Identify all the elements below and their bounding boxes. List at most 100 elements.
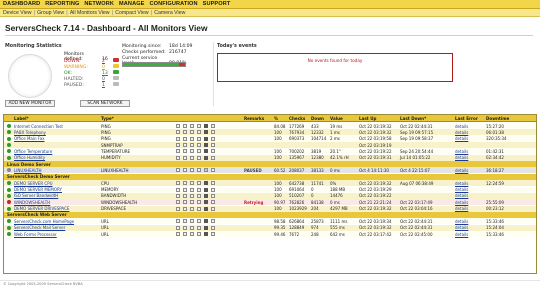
pause-icon[interactable] <box>204 155 208 160</box>
refresh-icon[interactable] <box>197 219 201 224</box>
refresh-icon[interactable] <box>197 181 201 186</box>
top-menu-item-configuration[interactable]: CONFIGURATION <box>150 1 198 7</box>
pause-icon[interactable] <box>204 130 208 135</box>
column-header-lastdown[interactable]: Last Down* <box>400 116 426 121</box>
history-icon[interactable] <box>190 181 194 186</box>
stat-value[interactable]: 1 <box>102 83 111 88</box>
scan-network-button[interactable]: SCAN NETWORK <box>80 100 130 107</box>
table-row[interactable]: LINUXHEALTH LINUXHEALTH PAUSED 60.52 208037 3… <box>4 167 536 174</box>
sub-menu-item-device-view[interactable]: Device View <box>3 10 31 16</box>
monitor-label[interactable]: Web Forms Processor <box>14 232 57 237</box>
monitor-label[interactable]: ServersCheck Mail Server <box>14 225 65 230</box>
column-header-checks[interactable]: Checks <box>289 116 305 121</box>
chart-icon[interactable] <box>183 219 187 224</box>
history-icon[interactable] <box>190 124 194 128</box>
column-header-down[interactable]: Down <box>311 116 324 121</box>
column-header-label[interactable]: Label* <box>14 116 29 121</box>
sub-menu-item-camera-view[interactable]: Camera View <box>154 10 185 16</box>
delete-icon[interactable] <box>211 124 215 128</box>
sub-menu-item-compact-view[interactable]: Compact View <box>115 10 148 16</box>
edit-icon[interactable] <box>176 231 180 236</box>
column-header-[interactable]: % <box>274 116 278 121</box>
table-row[interactable]: DEMO SERVER CPU CPU 100 642738 11741 0% Oct 22… <box>4 180 536 187</box>
history-icon[interactable] <box>190 206 194 211</box>
delete-icon[interactable] <box>211 225 215 230</box>
monitor-label[interactable]: ServersCheck.com HomePage <box>14 219 74 224</box>
details-link[interactable]: details <box>455 130 468 135</box>
edit-icon[interactable] <box>176 124 180 128</box>
delete-icon[interactable] <box>211 219 215 224</box>
pause-icon[interactable] <box>204 231 208 236</box>
pause-icon[interactable] <box>204 136 208 141</box>
column-header-downtime[interactable]: Downtime <box>486 116 509 121</box>
details-link[interactable]: details <box>455 193 468 198</box>
monitor-label[interactable]: DEMO SERVER DRIVESPACE <box>14 206 69 211</box>
edit-icon[interactable] <box>176 193 180 198</box>
monitor-label[interactable]: LINUXHEALTH <box>14 168 41 173</box>
table-row[interactable]: ISO Server BandwidtH BANDWIDTH 100 510207 0 1… <box>4 192 536 199</box>
edit-icon[interactable] <box>176 181 180 186</box>
delete-icon[interactable] <box>211 206 215 211</box>
chart-icon[interactable] <box>183 231 187 236</box>
refresh-icon[interactable] <box>197 155 201 160</box>
history-icon[interactable] <box>190 168 194 173</box>
column-header-lasterror[interactable]: Last Error <box>455 116 478 121</box>
details-link[interactable]: details <box>455 168 468 173</box>
group-header[interactable]: ServersCheck Web Server <box>4 211 536 218</box>
refresh-icon[interactable] <box>197 206 201 211</box>
refresh-icon[interactable] <box>197 225 201 230</box>
chart-icon[interactable] <box>183 136 187 141</box>
top-menu-item-network[interactable]: NETWORK <box>84 1 114 7</box>
monitor-label[interactable]: Office Main Fax <box>14 136 45 141</box>
details-link[interactable]: details <box>455 219 468 224</box>
delete-icon[interactable] <box>211 130 215 135</box>
monitor-label[interactable]: DEMO SERVER CPU <box>14 181 53 186</box>
pause-icon[interactable] <box>204 193 208 198</box>
stat-value[interactable]: 0 <box>102 77 111 82</box>
refresh-icon[interactable] <box>197 193 201 198</box>
delete-icon[interactable] <box>211 200 215 205</box>
delete-icon[interactable] <box>211 187 215 192</box>
stat-warning[interactable]: WARNING: 0 <box>64 64 119 70</box>
delete-icon[interactable] <box>211 155 215 160</box>
delete-icon[interactable] <box>211 168 215 173</box>
pause-icon[interactable] <box>204 219 208 224</box>
edit-icon[interactable] <box>176 225 180 230</box>
refresh-icon[interactable] <box>197 124 201 128</box>
refresh-icon[interactable] <box>197 168 201 173</box>
chart-icon[interactable] <box>183 130 187 135</box>
history-icon[interactable] <box>190 130 194 135</box>
monitor-label[interactable]: Office Temperature <box>14 149 52 154</box>
pause-icon[interactable] <box>204 149 208 154</box>
refresh-icon[interactable] <box>197 187 201 192</box>
table-row[interactable]: DEMO SERVER DRIVESPACE DRIVESPACE 100 10239… <box>4 205 536 212</box>
chart-icon[interactable] <box>183 200 187 205</box>
details-link[interactable]: details <box>455 155 468 160</box>
chart-icon[interactable] <box>183 168 187 173</box>
chart-icon[interactable] <box>183 155 187 160</box>
details-link[interactable]: details <box>455 200 468 205</box>
table-row[interactable]: PABX Telephony PING 100 767934 12332 1 ms Oct … <box>4 129 536 136</box>
stat-value[interactable]: 13 <box>102 71 111 76</box>
monitor-label[interactable]: Office Humidity <box>14 155 45 160</box>
top-menu-item-manage[interactable]: MANAGE <box>119 1 144 7</box>
stat-halted[interactable]: HALTED: 0 <box>64 76 119 82</box>
monitor-label[interactable]: DEMO SERVER MEMORY <box>14 187 62 192</box>
sub-menu-item-all-monitors-view[interactable]: All Monitors View <box>70 10 110 16</box>
history-icon[interactable] <box>190 143 194 148</box>
history-icon[interactable] <box>190 149 194 154</box>
monitor-label[interactable]: ISO Server BandwidtH <box>14 193 58 198</box>
chart-icon[interactable] <box>183 206 187 211</box>
top-menu-item-support[interactable]: SUPPORT <box>203 1 231 7</box>
details-link[interactable]: details <box>455 136 468 141</box>
column-header-value[interactable]: Value <box>330 116 343 121</box>
history-icon[interactable] <box>190 187 194 192</box>
refresh-icon[interactable] <box>197 143 201 148</box>
add-new-monitor-button[interactable]: ADD NEW MONITOR <box>5 100 55 107</box>
chart-icon[interactable] <box>183 187 187 192</box>
top-menu-item-reporting[interactable]: REPORTING <box>45 1 79 7</box>
stat-ok[interactable]: OK: 13 <box>64 70 119 76</box>
table-row[interactable]: DEMO SERVER MEMORY MEMORY 100 691064 0 188 MB… <box>4 186 536 193</box>
chart-icon[interactable] <box>183 149 187 154</box>
details-link[interactable]: details <box>455 206 468 211</box>
